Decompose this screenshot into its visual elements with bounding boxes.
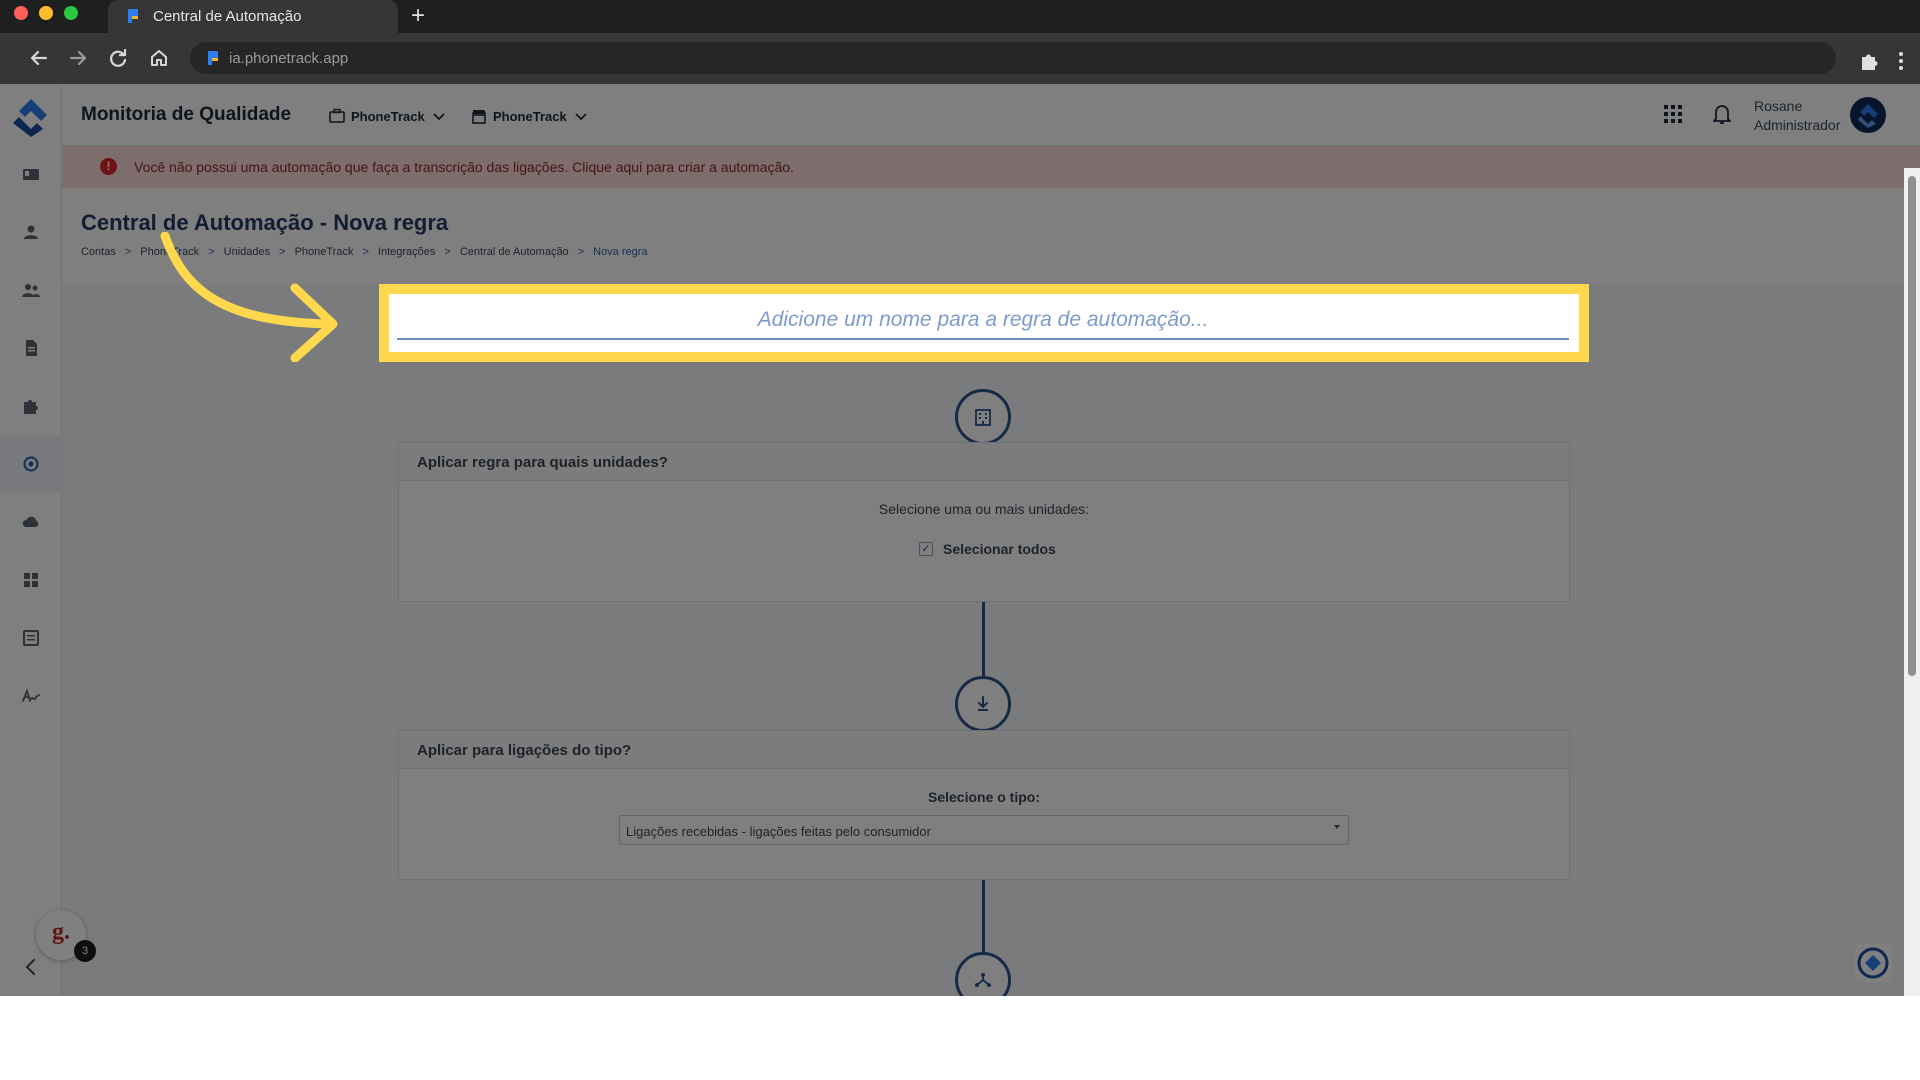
- reload-icon[interactable]: [103, 43, 133, 73]
- url-text: ia.phonetrack.app: [229, 50, 349, 67]
- breadcrumb-separator: >: [444, 246, 451, 258]
- breadcrumb-item[interactable]: Contas: [81, 246, 116, 258]
- user-info[interactable]: Rosane Administrador: [1754, 97, 1840, 135]
- puzzle-icon: [24, 400, 38, 414]
- call-type-select[interactable]: Ligações recebidas - ligações feitas pel…: [619, 815, 1349, 845]
- sidebar-item-signature[interactable]: [0, 668, 62, 724]
- org-selector-unit[interactable]: PhoneTrack: [471, 105, 589, 127]
- back-icon[interactable]: [24, 43, 54, 73]
- browser-tab[interactable]: Central de Automação: [108, 0, 398, 33]
- call-type-selected-value: Ligações recebidas - ligações feitas pel…: [626, 824, 931, 839]
- checkbox-checked-icon: ✓: [919, 542, 933, 556]
- chevron-down-icon: [433, 113, 445, 121]
- sidebar-item-automation[interactable]: [0, 436, 62, 492]
- list-icon: [23, 630, 39, 646]
- sidebar-item-dashboard[interactable]: [0, 146, 62, 202]
- phonetrack-logo-icon[interactable]: [10, 96, 52, 138]
- select-all-label: Selecionar todos: [943, 541, 1056, 557]
- units-card-header: Aplicar regra para quais unidades?: [399, 443, 1569, 481]
- signature-icon: [22, 688, 40, 702]
- sidebar-item-apps[interactable]: [0, 552, 62, 608]
- call-type-label: Selecione o tipo:: [927, 789, 1040, 805]
- app-title: Monitoria de Qualidade: [81, 104, 292, 125]
- avatar-logo-icon: [1858, 104, 1878, 128]
- share-nodes-icon: [975, 973, 991, 987]
- sidebar-item-user[interactable]: [0, 204, 62, 260]
- breadcrumb-separator: >: [577, 246, 585, 258]
- alert-text[interactable]: Você não possui uma automação que faça a…: [134, 159, 794, 175]
- avatar[interactable]: [1850, 97, 1886, 133]
- rule-name-input[interactable]: [397, 302, 1569, 340]
- collapse-sidebar-chevron-icon[interactable]: [20, 956, 42, 978]
- chevron-down-icon: [575, 113, 587, 121]
- user-icon: [24, 225, 38, 239]
- org-selector-company[interactable]: PhoneTrack: [329, 105, 447, 127]
- building-icon: [975, 409, 991, 426]
- notification-count-badge: 3: [74, 940, 96, 962]
- bell-icon[interactable]: [1712, 103, 1732, 125]
- download-icon: [978, 696, 988, 711]
- transcription-alert[interactable]: ! Você não possui uma automação que faça…: [62, 146, 1920, 188]
- select-caret-icon: [1334, 825, 1340, 829]
- step-connector: [982, 880, 985, 960]
- org-selector-unit-label: PhoneTrack: [493, 108, 567, 124]
- type-step-icon: [955, 676, 1011, 732]
- tab-title: Central de Automação: [153, 8, 302, 25]
- site-favicon-icon: [208, 51, 218, 65]
- support-chat-button[interactable]: [1854, 944, 1892, 982]
- action-step-icon: [955, 952, 1011, 996]
- chat-logo-icon: [1857, 947, 1889, 979]
- user-role: Administrador: [1754, 117, 1841, 133]
- address-bar[interactable]: ia.phonetrack.app: [190, 42, 1836, 74]
- breadcrumb-item[interactable]: Central de Automação: [460, 246, 569, 258]
- home-icon[interactable]: [144, 43, 174, 73]
- units-label: Selecione uma ou mais unidades:: [878, 501, 1090, 517]
- error-icon: !: [100, 158, 117, 175]
- highlight-frame: [379, 284, 1589, 362]
- cloud-upload-icon: [22, 516, 39, 527]
- id-card-icon: [23, 169, 39, 180]
- window-close-button[interactable]: [14, 6, 28, 20]
- users-icon: [22, 284, 40, 297]
- call-type-card: Aplicar para ligações do tipo? Selecione…: [398, 730, 1570, 880]
- document-icon: [26, 340, 37, 356]
- forward-icon[interactable]: [63, 43, 93, 73]
- new-tab-button[interactable]: +: [404, 2, 432, 30]
- breadcrumb-separator: >: [124, 246, 132, 258]
- call-type-card-header: Aplicar para ligações do tipo?: [399, 731, 1569, 769]
- sidebar: [0, 84, 62, 996]
- browser-menu-icon[interactable]: [1894, 49, 1908, 73]
- window-minimize-button[interactable]: [39, 6, 53, 20]
- rule-name-container: [389, 294, 1579, 352]
- sidebar-item-cloud[interactable]: [0, 494, 62, 550]
- browser-toolbar: ia.phonetrack.app: [0, 33, 1920, 84]
- sidebar-item-integrations[interactable]: [0, 378, 62, 434]
- extensions-puzzle-icon[interactable]: [1857, 49, 1881, 73]
- units-card: Aplicar regra para quais unidades? Selec…: [398, 442, 1570, 602]
- briefcase-icon: [329, 108, 345, 123]
- apps-grid-icon[interactable]: [1663, 104, 1683, 124]
- app-viewport: Monitoria de Qualidade PhoneTrack PhoneT…: [0, 84, 1920, 996]
- window-maximize-button[interactable]: [64, 6, 78, 20]
- g-logo-icon: g.: [52, 919, 70, 945]
- sidebar-item-documents[interactable]: [0, 320, 62, 376]
- org-selector-company-label: PhoneTrack: [351, 108, 425, 124]
- top-navbar: Monitoria de Qualidade PhoneTrack PhoneT…: [62, 84, 1920, 146]
- scrollbar-thumb[interactable]: [1908, 176, 1916, 676]
- grid-blocks-icon: [24, 573, 38, 587]
- breadcrumb-current: Nova regra: [593, 246, 648, 258]
- breadcrumb-separator: >: [362, 246, 369, 258]
- automation-icon: [23, 456, 39, 472]
- breadcrumb-item[interactable]: Integrações: [378, 246, 435, 258]
- phonetrack-favicon-icon: [128, 9, 138, 23]
- browser-tab-bar: Central de Automação +: [0, 0, 1920, 33]
- units-step-icon: [955, 389, 1011, 445]
- page-scrollbar[interactable]: [1904, 168, 1920, 996]
- select-all-checkbox[interactable]: ✓ Selecionar todos: [919, 541, 1056, 557]
- sidebar-item-reports[interactable]: [0, 610, 62, 666]
- store-icon: [472, 110, 486, 124]
- sidebar-item-users[interactable]: [0, 262, 62, 318]
- annotation-arrow-icon: [160, 232, 338, 362]
- user-name: Rosane: [1754, 98, 1803, 114]
